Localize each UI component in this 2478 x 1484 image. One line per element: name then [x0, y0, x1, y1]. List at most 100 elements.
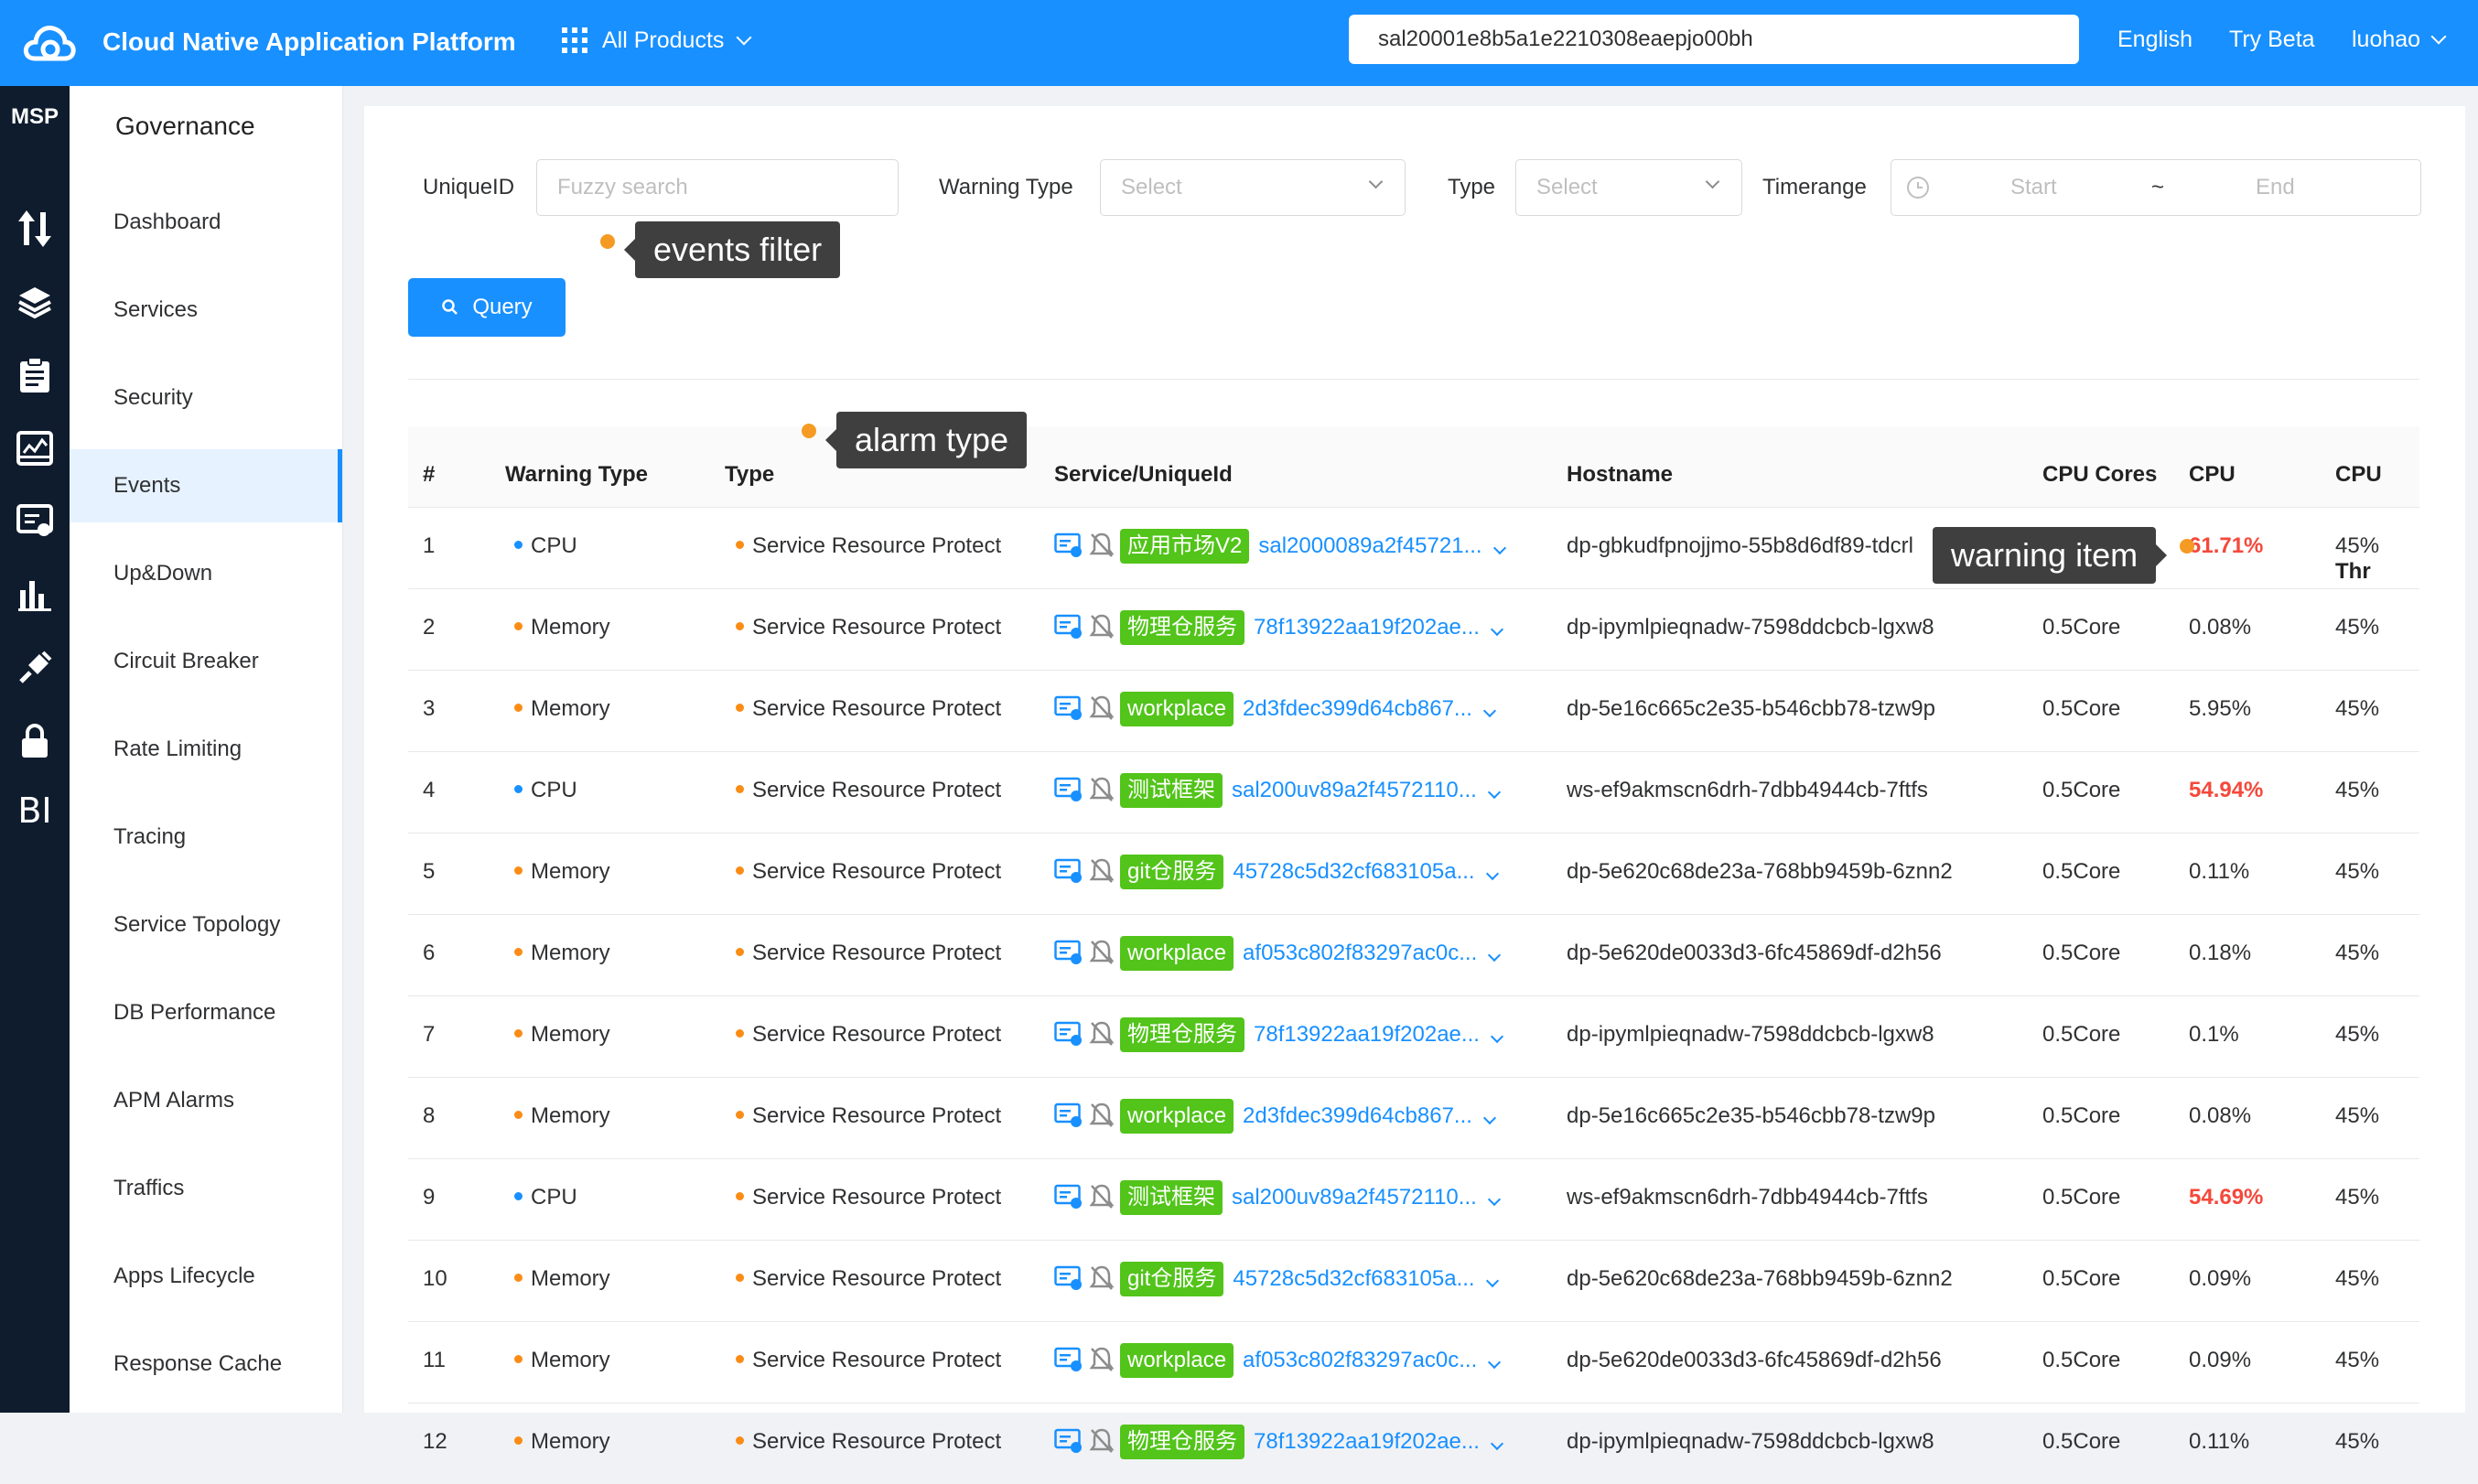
service-monitor-icon[interactable]: [1054, 694, 1083, 722]
table-row[interactable]: 8 Memory Service Resource Protect workplace…: [408, 1077, 2419, 1158]
service-monitor-icon[interactable]: [1054, 1020, 1083, 1048]
table-row[interactable]: 9 CPU Service Resource Protect 测试框架 sal200uv…: [408, 1158, 2419, 1240]
chevron-down-icon[interactable]: [1487, 785, 1501, 800]
all-products-menu[interactable]: All Products: [562, 0, 752, 81]
cloud-logo-icon[interactable]: [20, 18, 77, 68]
chevron-down-icon[interactable]: [1488, 1355, 1502, 1370]
alarm-muted-icon[interactable]: [1089, 939, 1115, 966]
sidebar-item-response-cache[interactable]: Response Cache: [70, 1328, 342, 1401]
sidebar-item-services[interactable]: Services: [70, 274, 342, 347]
uniqueid-search-input[interactable]: Fuzzy search: [536, 159, 899, 216]
sidebar-item-rate-limiting[interactable]: Rate Limiting: [70, 713, 342, 786]
chevron-down-icon[interactable]: [1490, 1029, 1503, 1044]
unique-id-link[interactable]: sal2000089a2f45721...: [1258, 533, 1481, 558]
unique-id-link[interactable]: 45728c5d32cf683105a...: [1233, 1266, 1474, 1291]
chevron-down-icon[interactable]: [1485, 1274, 1499, 1288]
table-row[interactable]: 10 Memory Service Resource Protect git仓服务 45…: [408, 1240, 2419, 1321]
chevron-down-icon[interactable]: [1482, 704, 1497, 718]
unique-id-link[interactable]: 2d3fdec399d64cb867...: [1243, 696, 1472, 721]
chevron-down-icon[interactable]: [1488, 948, 1502, 962]
table-row[interactable]: 3 Memory Service Resource Protect workplace…: [408, 670, 2419, 751]
unique-id-link[interactable]: sal200uv89a2f4572110...: [1232, 778, 1477, 802]
alarm-muted-icon[interactable]: [1089, 1264, 1115, 1292]
unique-id-link[interactable]: 2d3fdec399d64cb867...: [1243, 1103, 1472, 1128]
service-monitor-icon[interactable]: [1054, 1427, 1083, 1455]
service-monitor-icon[interactable]: [1054, 939, 1083, 966]
language-switch[interactable]: English: [2117, 0, 2192, 79]
type-select[interactable]: Select: [1515, 159, 1742, 216]
alarm-muted-icon[interactable]: [1089, 776, 1115, 803]
clipboard-icon[interactable]: [11, 351, 59, 399]
table-row[interactable]: 6 Memory Service Resource Protect workplace…: [408, 914, 2419, 995]
table-row[interactable]: 2 Memory Service Resource Protect 物理仓服务 78f1…: [408, 588, 2419, 670]
start-date-input[interactable]: Start: [2010, 160, 2057, 215]
chevron-down-icon[interactable]: [1490, 622, 1503, 637]
table-row[interactable]: 7 Memory Service Resource Protect 物理仓服务 78f1…: [408, 995, 2419, 1077]
sidebar-item-apm-alarms[interactable]: APM Alarms: [70, 1064, 342, 1137]
warning-type-placeholder: Select: [1121, 175, 1182, 199]
service-monitor-icon[interactable]: [1054, 857, 1083, 885]
bar-chart-icon[interactable]: [11, 571, 59, 618]
end-date-input[interactable]: End: [2256, 160, 2295, 215]
user-menu[interactable]: luohao: [2352, 0, 2447, 79]
alarm-muted-icon[interactable]: [1089, 1020, 1115, 1048]
chevron-down-icon[interactable]: [1490, 1436, 1503, 1451]
timerange-picker[interactable]: Start ~ End: [1891, 159, 2421, 216]
org-selector-input[interactable]: sal20001e8b5a1e2210308eaepjo00bh: [1349, 15, 2079, 64]
warning-type-select[interactable]: Select: [1100, 159, 1406, 216]
service-monitor-icon[interactable]: [1054, 1102, 1083, 1129]
service-monitor-icon[interactable]: [1054, 1346, 1083, 1373]
alarm-muted-icon[interactable]: [1089, 1102, 1115, 1129]
chevron-down-icon[interactable]: [1485, 866, 1499, 881]
query-button[interactable]: Query: [408, 278, 566, 337]
chevron-down-icon[interactable]: [1487, 1192, 1501, 1207]
table-row[interactable]: 5 Memory Service Resource Protect git仓服务 457…: [408, 833, 2419, 914]
alarm-muted-icon[interactable]: [1089, 1346, 1115, 1373]
service-monitor-icon[interactable]: [1054, 532, 1083, 559]
bi-icon[interactable]: BI: [11, 787, 59, 834]
try-beta-link[interactable]: Try Beta: [2229, 0, 2315, 79]
unique-id-link[interactable]: sal200uv89a2f4572110...: [1232, 1185, 1477, 1210]
alarm-muted-icon[interactable]: [1089, 532, 1115, 559]
dashboard-screen-icon[interactable]: [11, 425, 59, 472]
sidebar-item-circuit-breaker[interactable]: Circuit Breaker: [70, 625, 342, 698]
monitor-service-icon[interactable]: [11, 498, 59, 545]
chevron-down-icon[interactable]: [1482, 1111, 1497, 1125]
warning-type-cell: Memory: [514, 996, 610, 1073]
unique-id-link[interactable]: 78f13922aa19f202ae...: [1254, 1429, 1480, 1454]
sidebar-item-traffics[interactable]: Traffics: [70, 1152, 342, 1225]
table-row[interactable]: 4 CPU Service Resource Protect 测试框架 sal200uv…: [408, 751, 2419, 833]
alarm-muted-icon[interactable]: [1089, 1427, 1115, 1455]
transfer-icon[interactable]: [11, 205, 59, 253]
lock-icon[interactable]: [11, 717, 59, 765]
sidebar-item-tracing[interactable]: Tracing: [70, 801, 342, 874]
service-monitor-icon[interactable]: [1054, 1183, 1083, 1210]
service-cell: git仓服务 45728c5d32cf683105a...: [1054, 1241, 1499, 1317]
table-row[interactable]: 12 Memory Service Resource Protect 物理仓服务 78f…: [408, 1403, 2419, 1484]
sidebar-item-db-performance[interactable]: DB Performance: [70, 976, 342, 1049]
chevron-down-icon[interactable]: [1492, 541, 1506, 555]
sidebar-item-events[interactable]: Events: [70, 449, 342, 522]
sidebar-item-service-topology[interactable]: Service Topology: [70, 888, 342, 962]
alarm-muted-icon[interactable]: [1089, 613, 1115, 640]
alarm-muted-icon[interactable]: [1089, 1183, 1115, 1210]
unique-id-link[interactable]: 45728c5d32cf683105a...: [1233, 859, 1474, 884]
table-row[interactable]: 11 Memory Service Resource Protect workplac…: [408, 1321, 2419, 1403]
unique-id-link[interactable]: af053c802f83297ac0c...: [1243, 941, 1477, 965]
unique-id-link[interactable]: 78f13922aa19f202ae...: [1254, 615, 1480, 640]
service-monitor-icon[interactable]: [1054, 1264, 1083, 1292]
service-monitor-icon[interactable]: [1054, 613, 1083, 640]
app-title[interactable]: Cloud Native Application Platform: [102, 0, 516, 84]
sidebar-item-dashboard[interactable]: Dashboard: [70, 186, 342, 259]
layers-icon[interactable]: [11, 278, 59, 326]
msp-label[interactable]: MSP: [0, 104, 70, 130]
plugin-icon[interactable]: [11, 644, 59, 692]
sidebar-item-apps-lifecycle[interactable]: Apps Lifecycle: [70, 1240, 342, 1313]
alarm-muted-icon[interactable]: [1089, 857, 1115, 885]
alarm-muted-icon[interactable]: [1089, 694, 1115, 722]
unique-id-link[interactable]: 78f13922aa19f202ae...: [1254, 1022, 1480, 1047]
service-monitor-icon[interactable]: [1054, 776, 1083, 803]
sidebar-item-security[interactable]: Security: [70, 361, 342, 435]
unique-id-link[interactable]: af053c802f83297ac0c...: [1243, 1348, 1477, 1372]
sidebar-item-up-down[interactable]: Up&Down: [70, 537, 342, 610]
